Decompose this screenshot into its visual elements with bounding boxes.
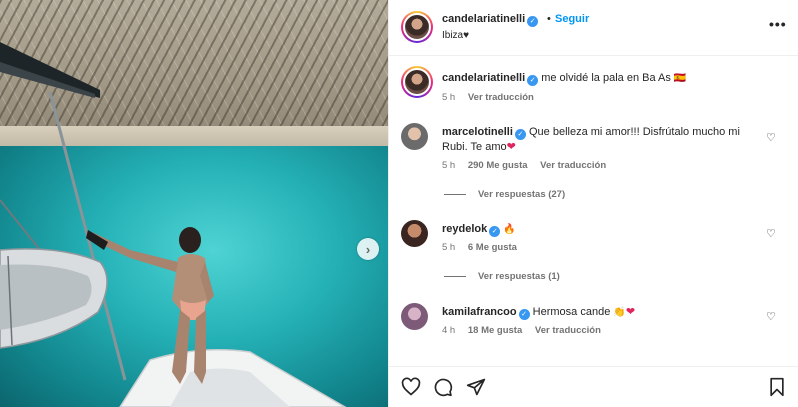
comment-time: 4 h — [442, 325, 456, 336]
speech-bubble-icon[interactable] — [433, 377, 453, 397]
heart-outline-icon[interactable] — [401, 377, 421, 397]
author-avatar[interactable] — [401, 11, 433, 43]
author-username[interactable]: candelariatinelli ✓ — [442, 13, 539, 27]
post-header: candelariatinelli ✓ • Seguir Ibiza♥ ••• — [389, 0, 798, 56]
bookmark-icon[interactable] — [767, 377, 787, 397]
comment-likes[interactable]: 6 Me gusta — [468, 242, 517, 253]
comment-likes[interactable]: 18 Me gusta — [468, 325, 522, 336]
paper-plane-icon[interactable] — [466, 377, 486, 397]
comment-text: reydelok ✓ 🔥 — [442, 222, 762, 237]
like-comment-icon[interactable]: ♡ — [766, 310, 776, 323]
more-options-button[interactable]: ••• — [769, 16, 787, 32]
verified-badge-icon: ✓ — [518, 309, 530, 320]
translate-link[interactable]: Ver traducción — [468, 92, 534, 103]
next-photo-button[interactable]: › — [357, 238, 379, 260]
caption-username[interactable]: candelariatinelli — [442, 72, 525, 84]
post-photo[interactable]: › — [0, 0, 388, 407]
comment-text: marcelotinelli ✓ Que belleza mi amor!!! D… — [442, 125, 762, 155]
heart-emoji: ❤ — [625, 306, 636, 318]
post-actions-bar — [389, 366, 798, 407]
comment-item: kamilafrancoo ✓ Hermosa cande 👏❤ 4 h 18 M… — [401, 303, 791, 343]
separator-dot: • — [547, 13, 551, 25]
translate-link[interactable]: Ver traducción — [540, 160, 606, 171]
caption-text: candelariatinelli ✓ me olvidé la pala en … — [442, 71, 762, 86]
view-replies-button[interactable]: Ver respuestas (27) — [444, 189, 565, 200]
like-comment-icon[interactable]: ♡ — [766, 227, 776, 240]
post-side-panel: candelariatinelli ✓ • Seguir Ibiza♥ ••• c… — [388, 0, 798, 407]
boat-scene — [0, 42, 347, 407]
translate-link[interactable]: Ver traducción — [535, 325, 601, 336]
follow-button[interactable]: Seguir — [555, 13, 589, 25]
replies-label: Ver respuestas (1) — [478, 271, 560, 282]
comment-meta: 5 h 290 Me gusta Ver traducción — [442, 160, 616, 171]
commenter-avatar[interactable] — [401, 220, 428, 247]
comment-time: 5 h — [442, 160, 456, 171]
clap-emoji: 👏 — [613, 307, 626, 318]
commenter-username[interactable]: marcelotinelli — [442, 126, 513, 138]
comment-text: kamilafrancoo ✓ Hermosa cande 👏❤ — [442, 305, 762, 320]
caption-avatar[interactable] — [401, 66, 433, 98]
caption-time: 5 h — [442, 92, 456, 103]
chevron-right-icon: › — [365, 241, 371, 257]
verified-badge-icon: ✓ — [514, 129, 526, 140]
comment-likes[interactable]: 290 Me gusta — [468, 160, 528, 171]
commenter-username[interactable]: reydelok — [442, 223, 487, 235]
commenter-avatar[interactable] — [401, 303, 428, 330]
replies-label: Ver respuestas (27) — [478, 189, 566, 200]
view-replies-button[interactable]: Ver respuestas (1) — [444, 271, 560, 282]
verified-badge-icon: ✓ — [527, 75, 539, 86]
verified-badge-icon: ✓ — [489, 226, 501, 237]
commenter-username[interactable]: kamilafrancoo — [442, 306, 517, 318]
replies-divider — [444, 194, 466, 195]
fire-emoji: 🔥 — [503, 224, 516, 235]
caption-body: me olvidé la pala en Ba As — [541, 72, 671, 84]
caption-meta: 5 h Ver traducción — [442, 92, 544, 103]
comment-time: 5 h — [442, 242, 456, 253]
comment-body: Hermosa cande — [532, 306, 611, 318]
comment-item: reydelok ✓ 🔥 5 h 6 Me gusta ♡ — [401, 220, 791, 260]
like-comment-icon[interactable]: ♡ — [766, 131, 776, 144]
commenter-avatar[interactable] — [401, 123, 428, 150]
post-location[interactable]: Ibiza♥ — [442, 30, 469, 41]
replies-divider — [444, 276, 466, 277]
heart-emoji: ❤ — [506, 141, 516, 153]
comment-meta: 4 h 18 Me gusta Ver traducción — [442, 325, 611, 336]
country-flag-emoji: 🇪🇸 — [673, 73, 687, 84]
comment-meta: 5 h 6 Me gusta — [442, 242, 527, 253]
verified-badge-icon: ✓ — [527, 16, 539, 27]
caption: candelariatinelli ✓ me olvidé la pala en … — [401, 66, 791, 116]
